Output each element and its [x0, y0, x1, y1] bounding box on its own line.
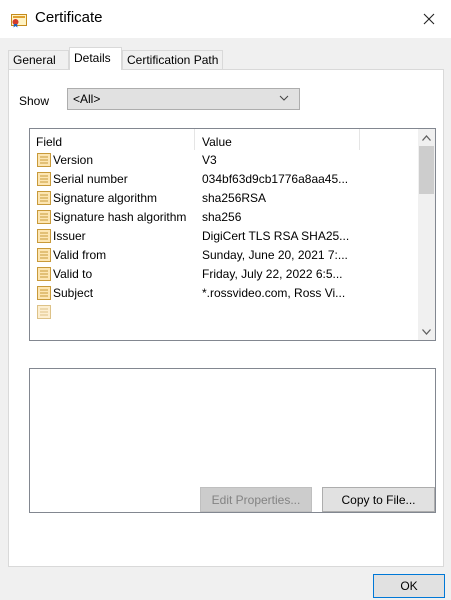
scroll-thumb[interactable]	[419, 146, 434, 194]
dialog-content: General Details Certification Path Show …	[0, 38, 451, 571]
list-row[interactable]: Subject *.rossvideo.com, Ross Vi...	[30, 284, 415, 303]
column-divider[interactable]	[194, 129, 195, 150]
tab-details[interactable]: Details	[69, 47, 122, 70]
certificate-field-icon	[37, 267, 51, 281]
tab-label: Certification Path	[127, 53, 219, 67]
certificate-field-icon	[37, 229, 51, 243]
show-label: Show	[19, 94, 50, 108]
field-name: Subject	[53, 286, 94, 300]
vertical-scrollbar[interactable]	[418, 129, 435, 340]
field-value: Friday, July 22, 2022 6:5...	[202, 267, 343, 281]
certificate-icon	[11, 14, 27, 28]
window-title: Certificate	[35, 9, 103, 26]
field-name: Valid to	[53, 267, 93, 281]
tab-general[interactable]: General	[8, 50, 69, 69]
field-value: V3	[202, 153, 217, 167]
list-row[interactable]: Serial number 034bf63d9cb1776a8aa45...	[30, 170, 415, 189]
certificate-field-icon	[37, 248, 51, 262]
dialog-footer: OK	[0, 571, 451, 600]
list-row[interactable]: Signature hash algorithm sha256	[30, 208, 415, 227]
field-value: Sunday, June 20, 2021 7:...	[202, 248, 348, 262]
list-row[interactable]: Version V3	[30, 151, 415, 170]
chevron-down-icon	[279, 92, 289, 106]
field-value: sha256RSA	[202, 191, 267, 205]
column-header-field[interactable]: Field	[36, 135, 62, 149]
ok-button[interactable]: OK	[373, 574, 445, 598]
chevron-up-icon	[422, 134, 431, 141]
tab-certification-path[interactable]: Certification Path	[122, 50, 223, 69]
field-name: Signature hash algorithm	[53, 210, 187, 224]
copy-to-file-button[interactable]: Copy to File...	[322, 487, 435, 512]
show-dropdown[interactable]: <All>	[67, 88, 300, 110]
certificate-field-icon	[37, 210, 51, 224]
button-label: Copy to File...	[341, 492, 416, 507]
certificate-field-icon	[37, 172, 51, 186]
field-name: Valid from	[53, 248, 107, 262]
list-row-partial[interactable]	[30, 303, 415, 322]
show-selected-value: <All>	[73, 92, 101, 106]
chevron-down-icon	[422, 328, 431, 335]
field-value: 034bf63d9cb1776a8aa45...	[202, 172, 349, 186]
list-row[interactable]: Valid from Sunday, June 20, 2021 7:...	[30, 246, 415, 265]
title-bar: Certificate	[0, 0, 451, 38]
tab-label: Details	[74, 51, 111, 65]
field-value: *.rossvideo.com, Ross Vi...	[202, 286, 346, 300]
edit-properties-button[interactable]: Edit Properties...	[200, 487, 312, 512]
certificate-field-icon	[37, 153, 51, 167]
scroll-down-button[interactable]	[418, 323, 435, 340]
certificate-field-icon	[37, 286, 51, 300]
column-divider[interactable]	[359, 129, 360, 150]
field-name: Serial number	[53, 172, 128, 186]
field-name: Version	[53, 153, 94, 167]
field-value: sha256	[202, 210, 242, 224]
field-name: Signature algorithm	[53, 191, 158, 205]
tab-label: General	[13, 53, 56, 67]
scroll-up-button[interactable]	[418, 129, 435, 146]
fields-list[interactable]: Field Value Version V3 Serial number 034…	[29, 128, 436, 341]
column-header-value[interactable]: Value	[202, 135, 232, 149]
certificate-field-icon	[37, 305, 51, 319]
button-label: OK	[400, 579, 418, 593]
close-button[interactable]	[407, 0, 451, 38]
field-value: DigiCert TLS RSA SHA25...	[202, 229, 350, 243]
certificate-field-icon	[37, 191, 51, 205]
list-row[interactable]: Valid to Friday, July 22, 2022 6:5...	[30, 265, 415, 284]
list-row[interactable]: Issuer DigiCert TLS RSA SHA25...	[30, 227, 415, 246]
close-icon	[423, 13, 435, 25]
button-label: Edit Properties...	[211, 492, 301, 507]
list-row[interactable]: Signature algorithm sha256RSA	[30, 189, 415, 208]
field-name: Issuer	[53, 229, 86, 243]
